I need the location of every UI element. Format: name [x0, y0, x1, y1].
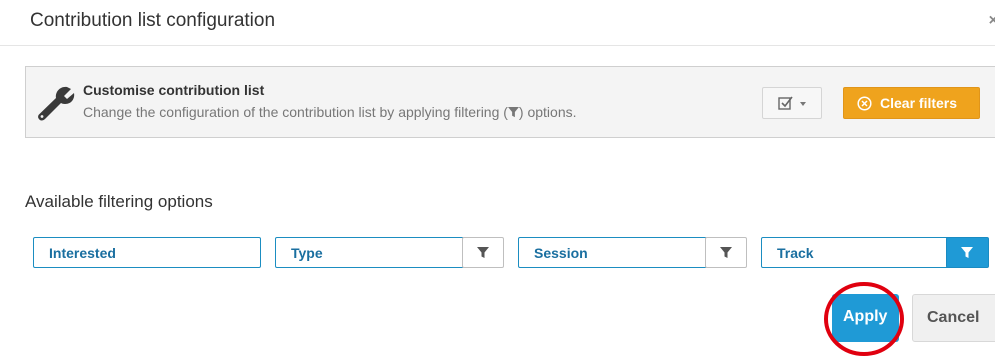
- filter-button-session[interactable]: [705, 237, 747, 268]
- filter-session[interactable]: Session: [518, 237, 707, 268]
- filter-icon: [720, 247, 732, 258]
- section-label: Available filtering options: [25, 192, 213, 211]
- customise-info-box: Customise contribution list Change the c…: [25, 66, 995, 138]
- filter-type[interactable]: Type: [275, 237, 464, 268]
- close-icon[interactable]: ×: [989, 12, 995, 30]
- close-circle-icon: [857, 96, 872, 111]
- info-text-before: Change the configuration of the contribu…: [83, 104, 508, 120]
- filter-label-interested: Interested: [49, 245, 116, 261]
- chevron-down-icon: [800, 102, 806, 106]
- filter-label-type: Type: [291, 245, 323, 261]
- filter-icon: [961, 247, 973, 258]
- filter-button-type[interactable]: [462, 237, 504, 268]
- highlight-circle-annotation: [824, 282, 904, 356]
- dialog-title: Contribution list configuration: [30, 10, 276, 31]
- filter-icon: [507, 107, 519, 118]
- filter-label-track: Track: [777, 245, 814, 261]
- cancel-label: Cancel: [927, 309, 980, 326]
- filter-interested[interactable]: Interested: [33, 237, 261, 268]
- filter-label-session: Session: [534, 245, 588, 261]
- clear-filters-button[interactable]: Clear filters: [843, 87, 980, 119]
- info-heading: Customise contribution list: [83, 82, 265, 98]
- cancel-button[interactable]: Cancel: [912, 294, 995, 342]
- filter-button-track[interactable]: [946, 237, 989, 268]
- checkbox-menu-button[interactable]: [762, 87, 822, 119]
- info-text-after: ) options.: [518, 104, 577, 120]
- wrench-icon: [38, 86, 75, 121]
- filter-icon: [477, 247, 489, 258]
- dialog-header: Contribution list configuration ×: [0, 0, 995, 46]
- info-text: Change the configuration of the contribu…: [83, 104, 577, 120]
- clear-filters-label: Clear filters: [880, 95, 958, 111]
- checkbox-icon: [778, 96, 793, 110]
- filter-track[interactable]: Track: [761, 237, 950, 268]
